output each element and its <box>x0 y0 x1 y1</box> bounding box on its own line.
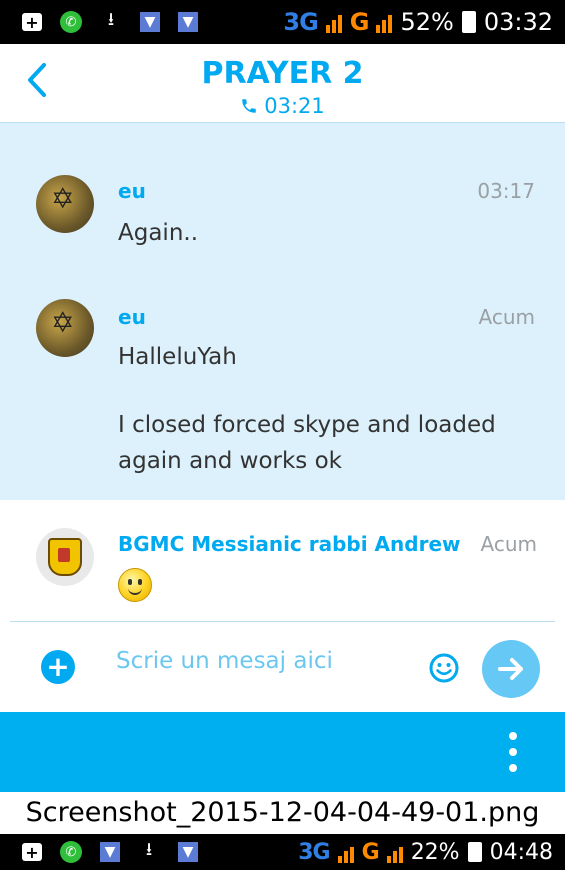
conversation-title[interactable]: PRAYER 2 <box>0 56 565 91</box>
message-time: Acum <box>480 532 537 556</box>
message-sender: eu <box>118 305 146 329</box>
status-bar-top: + ✆ ⭳ ▼ ▼ 3G G 52% 03:32 <box>0 0 565 44</box>
signal-icon <box>325 11 342 33</box>
message-sender: eu <box>118 179 146 203</box>
battery-icon <box>461 11 476 33</box>
arrow-right-icon <box>498 658 523 680</box>
phone-icon <box>242 99 256 113</box>
download-icon: ⭳ <box>145 839 153 860</box>
battery-percent: 52% <box>400 8 454 36</box>
message-text: Again.. <box>118 220 199 246</box>
status-bar-bottom: + ✆ ▼ ⭳ ▼ 3G G 22% 04:48 <box>0 834 565 870</box>
screenshot-caption: Screenshot_2015-12-04-04-49-01.png <box>0 792 565 834</box>
avatar[interactable]: ✡ <box>36 299 94 357</box>
message-text: I closed forced skype and loaded again a… <box>118 412 496 474</box>
signal-icon-2 <box>386 841 403 863</box>
message-input[interactable] <box>116 648 406 674</box>
message-time: 03:17 <box>477 179 535 203</box>
network-type: 3G <box>298 839 330 865</box>
signal-letter: G <box>349 8 370 36</box>
signal-letter: G <box>361 839 380 865</box>
signal-icon <box>337 841 354 863</box>
signal-icon-2 <box>376 11 393 33</box>
bottom-bar <box>0 712 565 792</box>
clock: 04:48 <box>489 839 553 865</box>
download-icon: ⭳ <box>107 9 115 30</box>
message-area: ✡ eu 03:17 Again.. ✡ eu Acum HalleluYah … <box>0 122 565 501</box>
notification-plus-icon: + <box>22 843 42 862</box>
notification-v-icon: ▼ <box>140 12 160 32</box>
chat-header: PRAYER 2 03:21 <box>0 44 565 122</box>
notification-plus-icon: + <box>22 13 42 32</box>
battery-icon <box>467 842 482 862</box>
message-item: BGMC Messianic rabbi Andrew Acum <box>0 500 565 620</box>
smiley-icon[interactable] <box>428 652 460 684</box>
battery-percent: 22% <box>410 839 460 865</box>
vertical-dots-icon[interactable] <box>509 732 517 772</box>
message-sender: BGMC Messianic rabbi Andrew <box>118 532 461 556</box>
smile-emoji-icon <box>118 568 152 602</box>
notification-v-icon-2: ▼ <box>178 12 198 32</box>
call-duration: 03:21 <box>264 94 325 118</box>
message-text: HalleluYah <box>118 344 237 370</box>
clock: 03:32 <box>483 8 553 36</box>
notification-v-icon-2: ▼ <box>178 842 198 862</box>
avatar[interactable]: ✡ <box>36 175 94 233</box>
network-type: 3G <box>283 8 318 36</box>
call-status[interactable]: 03:21 <box>0 94 565 118</box>
message-composer: + <box>0 622 565 712</box>
message-time: Acum <box>478 305 535 329</box>
send-button[interactable] <box>482 640 540 698</box>
notification-phone-icon: ✆ <box>60 841 82 863</box>
avatar[interactable] <box>36 528 94 586</box>
shield-icon <box>48 538 82 576</box>
plus-circle-icon[interactable]: + <box>41 650 75 684</box>
notification-phone-icon: ✆ <box>60 11 82 33</box>
notification-v-icon: ▼ <box>100 842 120 862</box>
